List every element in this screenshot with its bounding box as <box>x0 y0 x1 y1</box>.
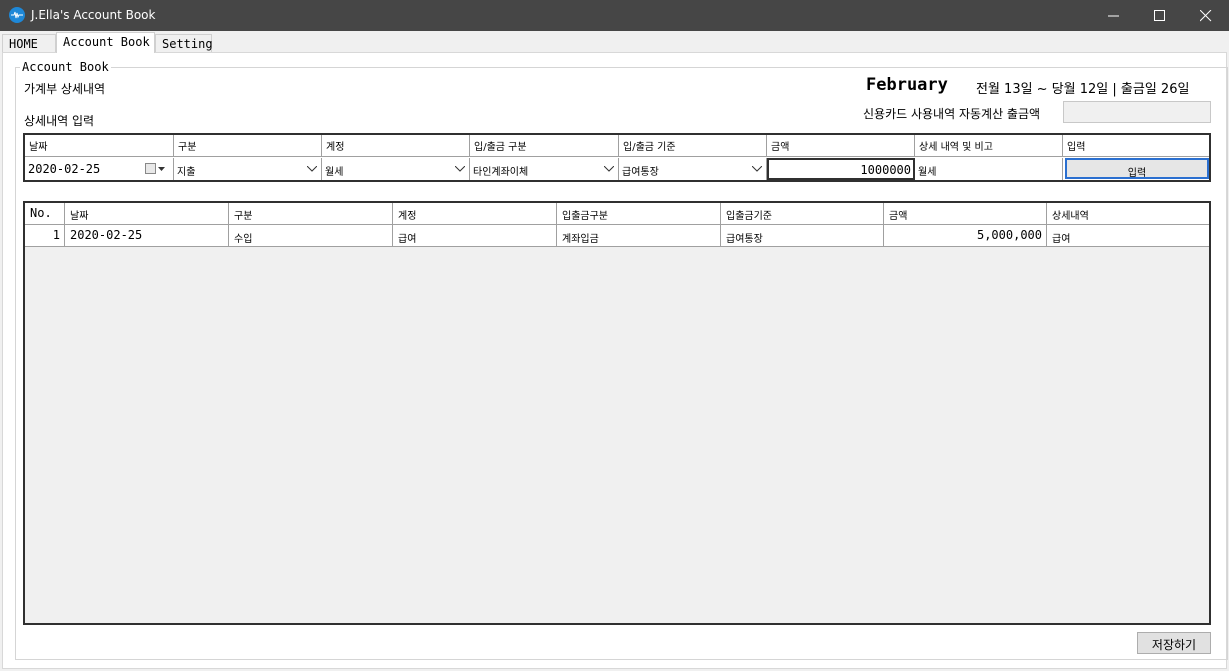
chevron-down-icon <box>307 166 317 172</box>
memo-value: 월세 <box>918 167 937 178</box>
table-header-method: 입출금구분 <box>557 203 721 225</box>
type-select[interactable]: 지출 <box>174 158 322 180</box>
chevron-down-icon <box>752 166 762 172</box>
type-value: 지출 <box>177 167 196 178</box>
method-value: 타인계좌이체 <box>473 167 529 178</box>
table-cell-no[interactable]: 1 <box>25 225 65 247</box>
entry-header-memo: 상세 내역 및 비고 <box>915 135 1063 157</box>
table-header-source: 입출금기준 <box>721 203 884 225</box>
window-title: J.Ella's Account Book <box>31 8 156 22</box>
amount-value: 1000000 <box>860 163 911 177</box>
card-auto-calc-field <box>1063 101 1211 123</box>
table-header-date: 날짜 <box>65 203 229 225</box>
close-icon <box>1200 10 1212 22</box>
method-select[interactable]: 타인계좌이체 <box>470 158 619 180</box>
source-select[interactable]: 급여통장 <box>619 158 767 180</box>
table-cell-method[interactable]: 계좌입금 <box>557 225 721 247</box>
tab-strip: HOME Account Book Setting <box>0 31 1229 53</box>
maximize-icon <box>1154 10 1165 21</box>
table-header-no: No. <box>25 203 65 225</box>
minimize-button[interactable] <box>1091 0 1137 31</box>
section-title: 가계부 상세내역 <box>24 82 106 96</box>
entry-header-method: 입/출금 구분 <box>470 135 619 157</box>
date-picker[interactable]: 2020-02-25 <box>25 158 174 180</box>
amount-input[interactable]: 1000000 <box>767 158 915 180</box>
date-value: 2020-02-25 <box>28 162 101 176</box>
memo-input[interactable]: 월세 <box>915 158 1063 180</box>
minimize-icon <box>1108 15 1119 17</box>
chevron-down-icon <box>455 166 465 172</box>
source-value: 급여통장 <box>622 167 659 178</box>
table-cell-amount[interactable]: 5,000,000 <box>884 225 1047 247</box>
entry-header-source: 입/출금 기준 <box>619 135 767 157</box>
chevron-down-icon <box>158 167 165 171</box>
group-title: Account Book <box>20 60 111 74</box>
close-button[interactable] <box>1183 0 1229 31</box>
table-header-account: 계정 <box>393 203 557 225</box>
month-label: February <box>866 75 948 95</box>
input-section-title: 상세내역 입력 <box>24 114 95 128</box>
card-auto-calc-label: 신용카드 사용내역 자동계산 출금액 <box>863 107 1041 121</box>
table-header-type: 구분 <box>229 203 393 225</box>
app-waveform-icon <box>9 7 25 23</box>
table-header-memo: 상세내역 <box>1047 203 1209 225</box>
tab-home[interactable]: HOME <box>2 34 56 52</box>
table-cell-memo[interactable]: 급여 <box>1047 225 1209 247</box>
account-book-panel: Account Book 가계부 상세내역 상세내역 입력 February 전… <box>2 52 1228 669</box>
table-cell-date[interactable]: 2020-02-25 <box>65 225 229 247</box>
save-button[interactable]: 저장하기 <box>1137 632 1211 654</box>
enter-button[interactable]: 입력 <box>1065 158 1209 179</box>
table-header-amount: 금액 <box>884 203 1047 225</box>
maximize-button[interactable] <box>1137 0 1183 31</box>
table-cell-source[interactable]: 급여통장 <box>721 225 884 247</box>
entry-header-type: 구분 <box>174 135 322 157</box>
entry-grid: 날짜 구분 계정 입/출금 구분 입/출금 기준 금액 상세 내역 및 비고 입… <box>23 133 1211 182</box>
account-select[interactable]: 월세 <box>322 158 470 180</box>
entry-header-amount: 금액 <box>767 135 915 157</box>
table-cell-type[interactable]: 수입 <box>229 225 393 247</box>
period-range: 전월 13일 ~ 당월 12일 | 출금일 26일 <box>976 82 1190 97</box>
tab-account-book[interactable]: Account Book <box>56 32 155 53</box>
transactions-table: No. 날짜 구분 계정 입출금구분 입출금기준 금액 상세내역 1 2020-… <box>23 201 1211 625</box>
entry-header-account: 계정 <box>322 135 470 157</box>
tab-setting[interactable]: Setting <box>155 34 213 52</box>
entry-header-enter: 입력 <box>1063 135 1209 157</box>
calendar-icon[interactable] <box>145 163 156 174</box>
account-value: 월세 <box>325 167 344 178</box>
entry-header-date: 날짜 <box>25 135 174 157</box>
table-cell-account[interactable]: 급여 <box>393 225 557 247</box>
title-bar: J.Ella's Account Book <box>0 0 1229 31</box>
chevron-down-icon <box>604 166 614 172</box>
